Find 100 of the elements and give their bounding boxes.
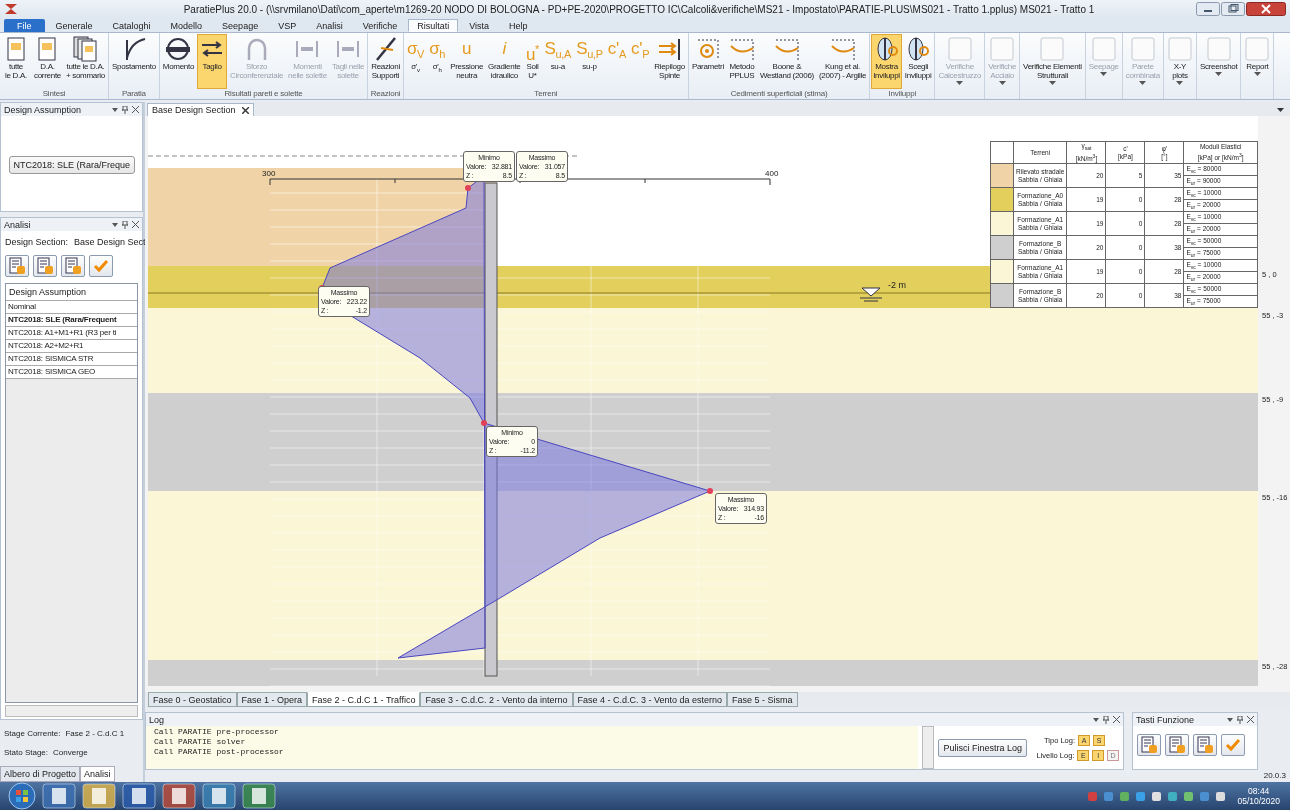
- ribbon-button[interactable]: u$^{*}$ Soil U*: [523, 34, 542, 89]
- ribbon-button[interactable]: Metodo PPLUS: [726, 34, 757, 89]
- caret-icon[interactable]: [1093, 717, 1099, 722]
- ribbon-button[interactable]: Taglio: [197, 34, 228, 89]
- caret-icon[interactable]: [1227, 717, 1233, 722]
- ribbon-button[interactable]: Verifiche Elementi Strutturali: [1021, 34, 1084, 99]
- stage-tab[interactable]: Fase 3 - C.d.C. 2 - Vento da interno: [420, 692, 573, 708]
- ribbon-button[interactable]: σ$_{V}$ σ'$_{v}$: [404, 34, 427, 89]
- close-icon[interactable]: [1246, 2, 1286, 16]
- taskbar-app-icon[interactable]: [82, 783, 116, 809]
- ribbon-tab[interactable]: Verifiche: [353, 19, 407, 32]
- calculator-icon: [1140, 736, 1158, 755]
- stage-tab[interactable]: Fase 1 - Opera: [236, 692, 308, 708]
- list-item[interactable]: NTC2018: A2+M2+R1: [6, 340, 137, 353]
- taskbar-app-icon[interactable]: [202, 783, 236, 809]
- panel-tab[interactable]: Analisi: [80, 766, 115, 782]
- list-item[interactable]: NTC2018: A1+M1+R1 (R3 per ti: [6, 327, 137, 340]
- calculator-button[interactable]: [5, 255, 29, 277]
- pin-icon[interactable]: [122, 105, 128, 114]
- close-icon[interactable]: [132, 221, 139, 228]
- ribbon-button[interactable]: Spostamento: [109, 34, 158, 89]
- ribbon-button[interactable]: σ$_{h}$ σ'$_{h}$: [427, 34, 448, 89]
- start-button[interactable]: [8, 782, 36, 810]
- ribbon-button[interactable]: Reazioni Supporti: [369, 34, 402, 89]
- calculator-button[interactable]: [1221, 734, 1245, 757]
- tray-icon[interactable]: [1183, 790, 1195, 802]
- ribbon-button[interactable]: tutte le D.A.: [1, 34, 31, 89]
- calculator-button[interactable]: [1165, 734, 1189, 757]
- caret-icon[interactable]: [1277, 108, 1284, 112]
- ribbon-button[interactable]: Boone & Westland (2006): [757, 34, 816, 89]
- taskbar-app-icon[interactable]: [42, 783, 76, 809]
- list-item[interactable]: NTC2018: SISMICA STR: [6, 353, 137, 366]
- list-item[interactable]: Nominal: [6, 301, 137, 314]
- pane-title: Log: [149, 714, 165, 725]
- ribbon-button[interactable]: Screenshot: [1197, 34, 1240, 99]
- ribbon-button[interactable]: S$_{u,P}$ su-p: [574, 34, 605, 89]
- ribbon-tab[interactable]: Analisi: [307, 19, 352, 32]
- calculator-button[interactable]: [61, 255, 85, 277]
- ribbon-button[interactable]: Report: [1242, 34, 1273, 99]
- list-item[interactable]: NTC2018: SISMICA GEO: [6, 366, 137, 379]
- ribbon-button[interactable]: S$_{u,A}$ su-a: [542, 34, 574, 89]
- vertical-scrollbar[interactable]: [922, 726, 935, 769]
- document-tab[interactable]: Base Design Section: [147, 103, 254, 116]
- ribbon-tab[interactable]: Help: [500, 19, 537, 32]
- taskbar-app-icon[interactable]: [122, 783, 156, 809]
- pin-icon[interactable]: [122, 220, 128, 229]
- ribbon-button[interactable]: D.A. corrente: [32, 34, 63, 89]
- blank-icon: [1090, 36, 1117, 62]
- ribbon-button[interactable]: Parametri: [689, 34, 726, 89]
- pin-icon[interactable]: [1237, 715, 1243, 724]
- panel-tab[interactable]: Albero di Progetto: [0, 766, 81, 782]
- ribbon-tab[interactable]: Vista: [460, 19, 499, 32]
- close-icon[interactable]: [1113, 716, 1120, 724]
- design-assumption-dropdown[interactable]: NTC2018: SLE (Rara/Freque: [8, 156, 135, 174]
- tray-icon[interactable]: [1151, 790, 1163, 802]
- ribbon-button[interactable]: Kung et al. (2007) - Argille: [816, 34, 869, 89]
- taskbar-app-icon[interactable]: [162, 783, 196, 809]
- stage-tab[interactable]: Fase 5 - Sisma: [727, 692, 798, 708]
- ribbon-button[interactable]: Riepilogo Spinte: [652, 34, 687, 89]
- stage-tab[interactable]: Fase 2 - C.d.C 1 - Traffico: [307, 692, 421, 708]
- caret-icon[interactable]: [112, 107, 118, 112]
- caret-icon[interactable]: [112, 222, 118, 227]
- close-icon[interactable]: [241, 106, 249, 114]
- ribbon-button[interactable]: X-Y plots: [1164, 34, 1195, 99]
- pin-icon[interactable]: [1103, 715, 1109, 724]
- calculator-button[interactable]: [1137, 734, 1161, 757]
- graph-icon: [829, 36, 856, 62]
- taskbar-app-icon[interactable]: [242, 783, 276, 809]
- ribbon-tab[interactable]: Risultati: [408, 19, 459, 32]
- tray-icon[interactable]: [1119, 790, 1131, 802]
- stage-value: Converge: [53, 748, 88, 757]
- window-title: ParatiePlus 20.0 - (\\srvmilano\Dati\com_aperte\m1269-20 NODO DI BOLOGNA - PD+PE-2020\PROGETTO IC\Calcoli&verifiche\MS21 - Impostato\PARATIE-PLUS\MS021 - Tratto 1.pplus) MS021 - Tratto 1: [182, 3, 1096, 15]
- calculator-button[interactable]: [33, 255, 57, 277]
- ribbon-tab[interactable]: Generale: [46, 19, 102, 32]
- stage-tab[interactable]: Fase 4 - C.d.C. 3 - Vento da esterno: [572, 692, 728, 708]
- arrows-icon: [656, 36, 683, 62]
- ribbon-tab[interactable]: Seepage: [213, 19, 268, 32]
- horizontal-scrollbar[interactable]: [5, 705, 138, 717]
- ribbon-tab[interactable]: File: [4, 19, 45, 32]
- close-icon[interactable]: [132, 106, 139, 113]
- list-item[interactable]: NTC2018: SLE (Rara/Frequent: [6, 314, 137, 327]
- ribbon-button[interactable]: Scegli Inviluppi: [902, 34, 934, 89]
- tray-icon[interactable]: [1135, 790, 1147, 802]
- minimize-icon[interactable]: [1196, 2, 1220, 16]
- restore-icon[interactable]: [1221, 2, 1245, 16]
- stage-tab[interactable]: Fase 0 - Geostatico: [148, 692, 237, 708]
- ribbon-tab[interactable]: Modello: [161, 19, 212, 32]
- ribbon-button[interactable]: Mostra Inviluppi: [871, 34, 902, 89]
- tray-icon[interactable]: [1215, 790, 1227, 802]
- calculator-button[interactable]: [1193, 734, 1217, 757]
- ribbon-tab[interactable]: Cataloghi: [103, 19, 160, 32]
- calculator-button[interactable]: [89, 255, 113, 277]
- ribbon-tab[interactable]: VSP: [269, 19, 306, 32]
- close-icon[interactable]: [1247, 716, 1254, 724]
- ribbon-button[interactable]: u Pressione neutra: [448, 34, 486, 89]
- tray-icon[interactable]: [1167, 790, 1179, 802]
- clear-log-button[interactable]: Pulisci Finestra Log: [938, 738, 1027, 757]
- ribbon-button[interactable]: i Gradiente idraulico: [486, 34, 523, 89]
- ribbon-button[interactable]: Momento: [160, 34, 197, 89]
- ribbon-button[interactable]: tutte le D.A. + sommario: [63, 34, 107, 89]
